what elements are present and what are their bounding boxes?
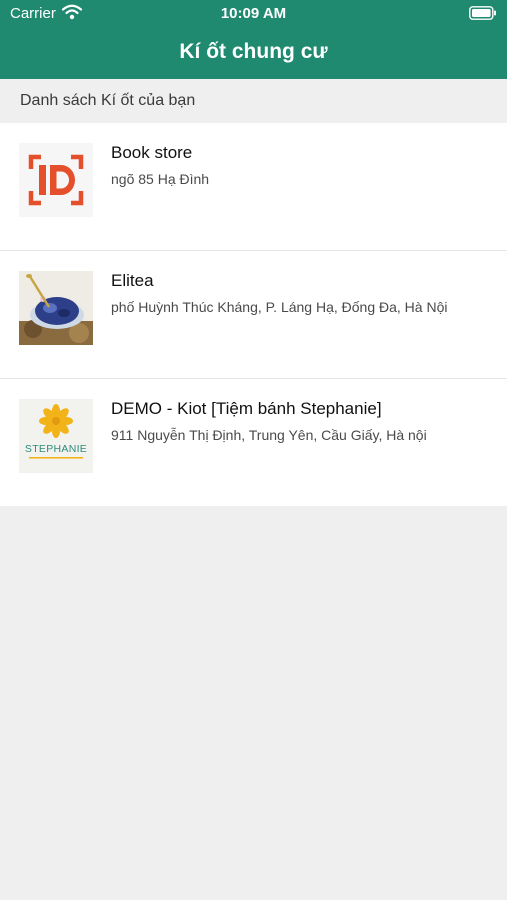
- page-title: Kí ốt chung cư: [179, 40, 328, 63]
- kiosk-list: Book store ngõ 85 Hạ Đình Elitea phố Huỳ…: [0, 123, 507, 506]
- section-header: Danh sách Kí ốt của bạn: [0, 79, 507, 123]
- status-bar: Carrier 10:09 AM: [0, 0, 507, 28]
- kiosk-name: DEMO - Kiot [Tiệm bánh Stephanie]: [111, 399, 382, 418]
- kiosk-row[interactable]: Elitea phố Huỳnh Thúc Kháng, P. Láng Hạ,…: [0, 251, 507, 379]
- id-logo-thumbnail: [19, 143, 93, 217]
- stephanie-logo-text: STEPHANIE: [25, 443, 87, 455]
- section-title: Danh sách Kí ốt của bạn: [20, 92, 196, 109]
- stephanie-logo-thumbnail: STEPHANIE: [19, 399, 93, 473]
- nav-bar: Kí ốt chung cư: [0, 28, 507, 79]
- kiosk-row[interactable]: STEPHANIE DEMO - Kiot [Tiệm bánh Stephan…: [0, 379, 507, 506]
- battery-icon: [469, 6, 496, 20]
- kiosk-address: phố Huỳnh Thúc Kháng, P. Láng Hạ, Đống Đ…: [111, 299, 448, 315]
- kiosk-address: ngõ 85 Hạ Đình: [111, 171, 210, 187]
- kiosk-row[interactable]: Book store ngõ 85 Hạ Đình: [0, 123, 507, 251]
- status-time: 10:09 AM: [220, 5, 287, 22]
- tea-glass-thumbnail: [19, 271, 93, 345]
- kiosk-name: Book store: [111, 143, 193, 162]
- kiosk-name: Elitea: [111, 271, 154, 290]
- kiosk-address: 911 Nguyễn Thị Định, Trung Yên, Cầu Giấy…: [111, 427, 427, 443]
